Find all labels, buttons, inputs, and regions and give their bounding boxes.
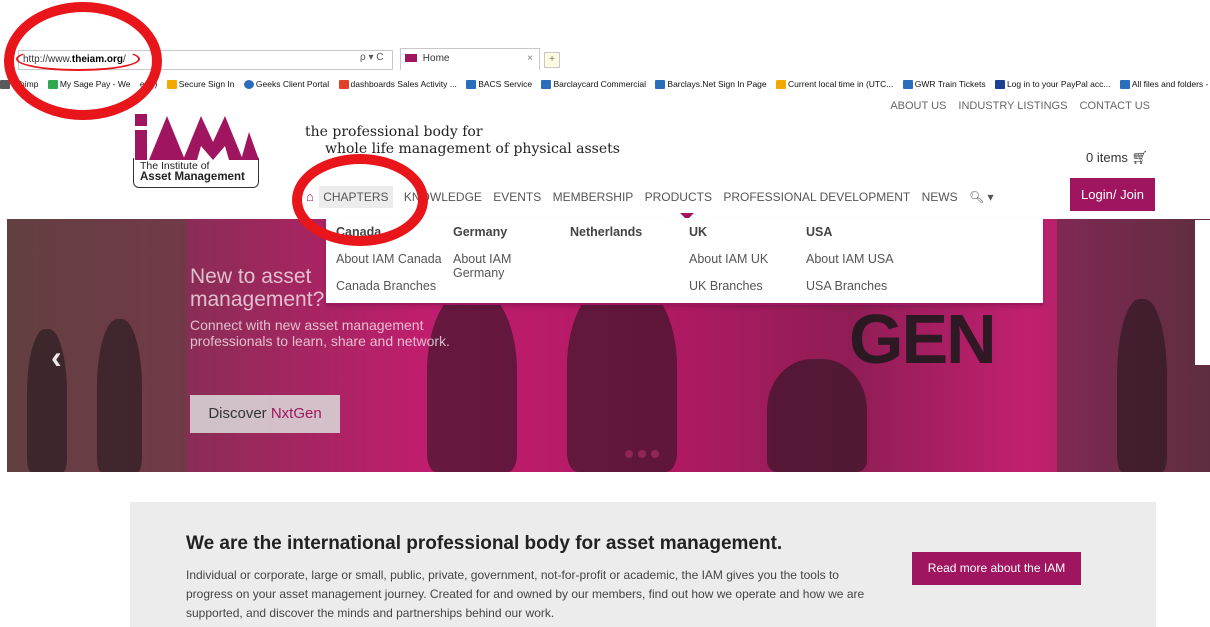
dropdown-link[interactable]: USA Branches — [806, 279, 894, 293]
dropdown-heading[interactable]: USA — [806, 224, 894, 245]
dropdown-heading[interactable]: Germany — [453, 224, 543, 245]
favorite-item[interactable]: Log in to your PayPal acc... — [994, 74, 1110, 94]
bookmark-icon — [541, 80, 552, 90]
top-link-industry-listings[interactable]: INDUSTRY LISTINGS — [958, 100, 1067, 112]
new-tab-icon[interactable]: + — [544, 52, 560, 68]
search-icon[interactable]: 🔍︎ ▾ — [969, 186, 994, 208]
bookmark-icon — [243, 80, 254, 90]
tab-title: Home — [422, 53, 450, 64]
about-section: We are the international professional bo… — [130, 502, 1156, 627]
about-body: Individual or corporate, large or small,… — [186, 568, 865, 620]
login-join-button[interactable]: Login/ Join — [1070, 178, 1155, 211]
annotation-underline — [16, 47, 140, 71]
top-link-contact[interactable]: CONTACT US — [1080, 100, 1151, 112]
favorite-item[interactable]: Geeks Client Portal — [243, 74, 329, 94]
tagline-line1: the professional body for — [305, 124, 483, 140]
dropdown-column-germany: Germany About IAM Germany — [453, 224, 543, 280]
dropdown-link[interactable]: UK Branches — [689, 279, 768, 293]
dropdown-heading[interactable]: UK — [689, 224, 768, 245]
bookmark-icon — [166, 80, 177, 90]
favorite-item[interactable]: GWR Train Tickets — [902, 74, 986, 94]
bookmark-icon — [655, 80, 666, 90]
carousel-dot[interactable] — [638, 450, 646, 458]
annotation-circle — [292, 154, 428, 246]
bookmark-icon — [466, 80, 477, 90]
hero-subtitle: Connect with new asset management profes… — [190, 317, 450, 349]
hero-person — [567, 279, 677, 472]
favorite-item[interactable]: BACS Service — [466, 74, 532, 94]
nav-events[interactable]: EVENTS — [493, 186, 541, 208]
iam-favicon-icon — [405, 54, 417, 63]
carousel-dot[interactable] — [651, 450, 659, 458]
discover-accent: NxtGen — [270, 405, 322, 422]
bookmark-icon — [902, 80, 913, 90]
address-tools[interactable]: ρ ▾ C — [360, 52, 384, 63]
bookmark-icon — [776, 80, 787, 90]
hero-big-text: GEN — [849, 300, 997, 378]
dropdown-column-uk: UK About IAM UK UK Branches — [689, 224, 768, 293]
bookmark-icon — [1119, 80, 1130, 90]
dropdown-link[interactable]: About IAM Canada — [336, 252, 442, 266]
address-row: http://www.theiam.org/ ρ ▾ C Home × + — [0, 44, 1210, 74]
side-panel — [1195, 220, 1210, 365]
iam-logo[interactable]: The Institute of Asset Management — [133, 112, 259, 190]
nav-membership[interactable]: MEMBERSHIP — [553, 186, 634, 208]
carousel-dot[interactable] — [625, 450, 633, 458]
tab-close-icon[interactable]: × — [527, 49, 533, 69]
nav-products[interactable]: PRODUCTS — [645, 186, 712, 208]
read-more-button[interactable]: Read more about the IAM — [912, 552, 1081, 585]
browser-tab-home[interactable]: Home × — [400, 48, 540, 70]
dropdown-link[interactable]: Canada Branches — [336, 279, 442, 293]
hero-person — [1117, 299, 1167, 472]
logo-caption: The Institute of Asset Management — [133, 158, 259, 188]
carousel-dots — [625, 445, 664, 463]
about-heading: We are the international professional bo… — [186, 533, 783, 554]
nav-news[interactable]: NEWS — [922, 186, 958, 208]
discover-label: Discover — [208, 405, 271, 422]
dropdown-heading[interactable]: Netherlands — [570, 224, 642, 245]
iam-logo-mark — [135, 114, 259, 160]
favorite-item[interactable]: Secure Sign In — [166, 74, 235, 94]
dropdown-link[interactable]: About IAM Germany — [453, 252, 543, 280]
favorite-item[interactable]: All files and folders - I — [1119, 74, 1210, 94]
top-links: ABOUT US INDUSTRY LISTINGS CONTACT US — [881, 100, 1150, 112]
top-link-about[interactable]: ABOUT US — [890, 100, 946, 112]
nav-professional-development[interactable]: PROFESSIONAL DEVELOPMENT — [723, 186, 910, 208]
favorite-item[interactable]: Barclaycard Commercial — [541, 74, 646, 94]
hero-person — [97, 319, 142, 472]
dropdown-link[interactable]: About IAM UK — [689, 252, 768, 266]
favorites-bar: ilchimp My Sage Pay - We e (3) Secure Si… — [0, 74, 1210, 94]
dropdown-column-usa: USA About IAM USA USA Branches — [806, 224, 894, 293]
dropdown-column-netherlands: Netherlands — [570, 224, 642, 245]
site-tagline: the professional body for whole life man… — [305, 124, 620, 158]
cart[interactable]: 0 items 🛒︎ — [1086, 150, 1148, 166]
logo-line2: Asset Management — [140, 171, 245, 183]
bookmark-icon — [338, 80, 349, 90]
bookmark-icon — [994, 80, 1005, 90]
dropdown-link[interactable]: About IAM USA — [806, 252, 894, 266]
chapters-dropdown: Canada About IAM Canada Canada Branches … — [326, 218, 1043, 305]
carousel-prev-icon[interactable]: ‹ — [51, 339, 62, 376]
favorite-item[interactable]: Barclays.Net Sign In Page — [655, 74, 767, 94]
cart-count: 0 items — [1086, 150, 1128, 165]
favorite-item[interactable]: Current local time in (UTC... — [776, 74, 893, 94]
discover-nxtgen-button[interactable]: Discover NxtGen — [190, 395, 340, 433]
cart-icon: 🛒︎ — [1131, 150, 1149, 165]
favorite-item[interactable]: dashboards Sales Activity ... — [338, 74, 457, 94]
